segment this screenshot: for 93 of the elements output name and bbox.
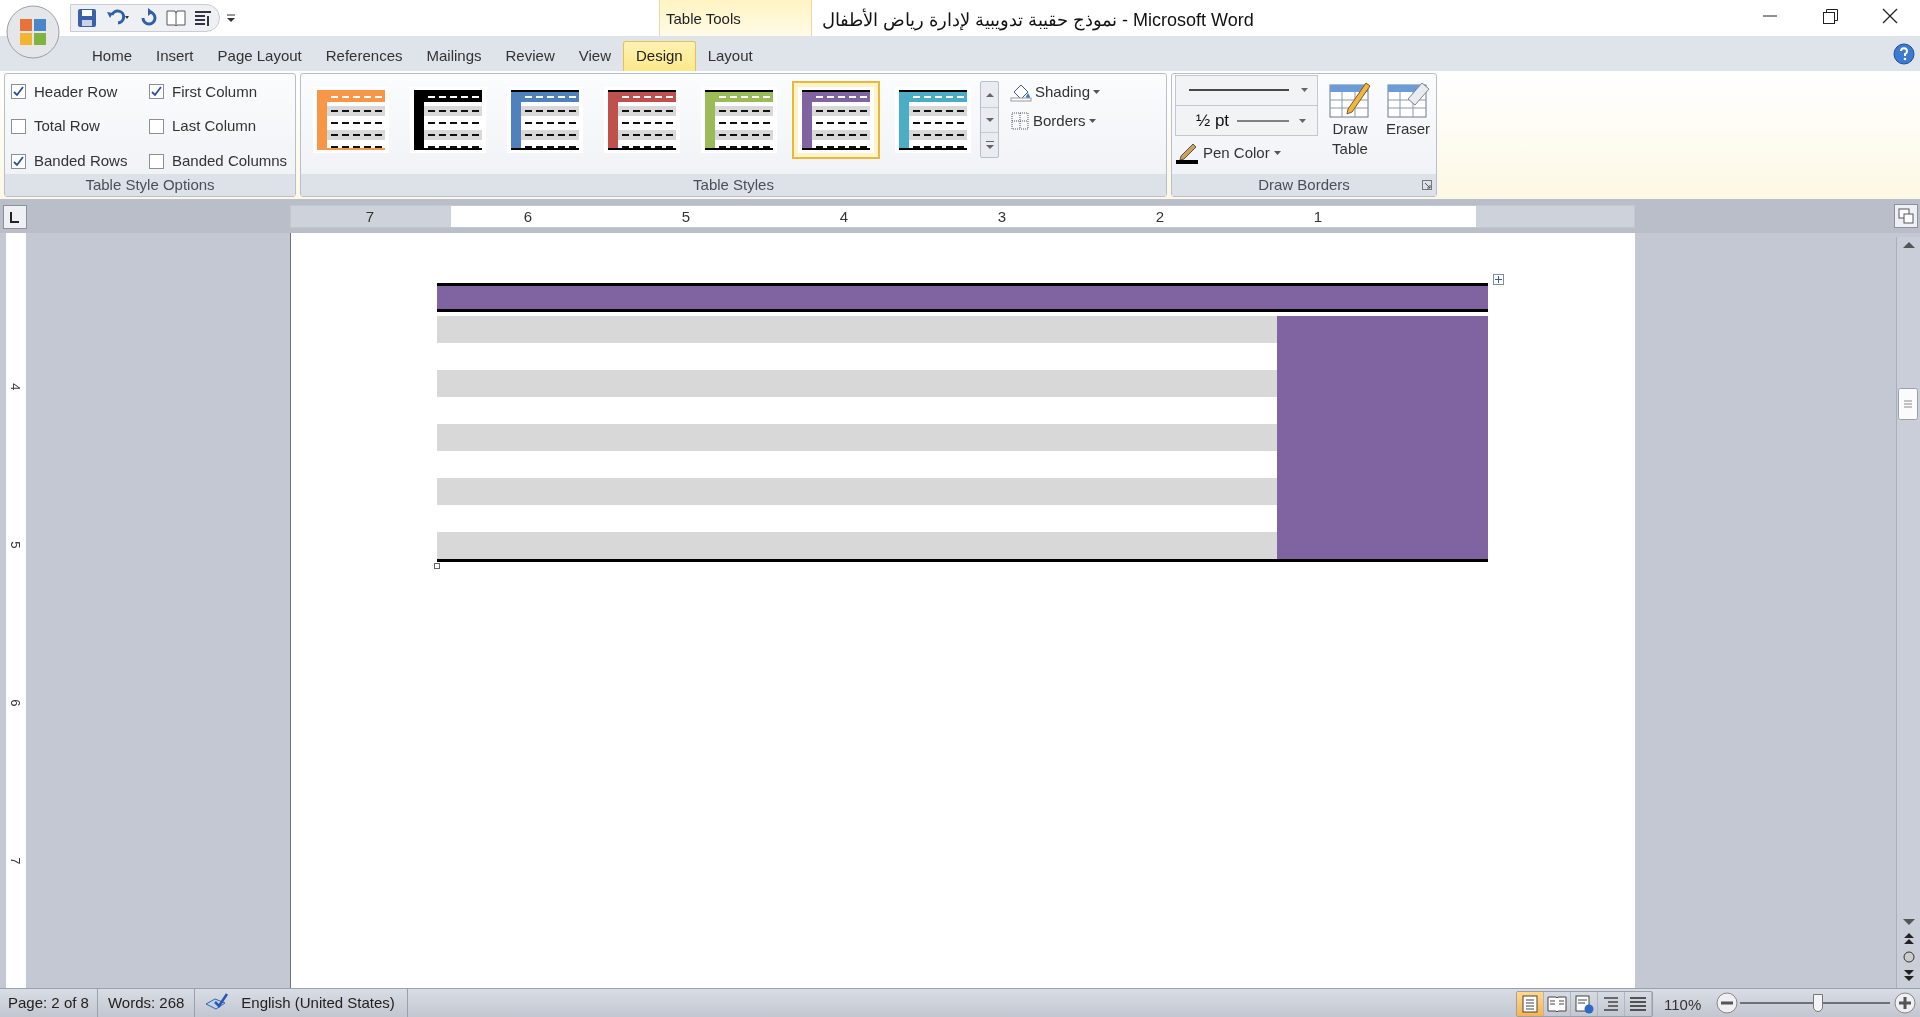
scroll-thumb[interactable] <box>1898 388 1918 420</box>
checkmark-icon <box>151 86 162 98</box>
table-move-handle-icon[interactable] <box>1493 274 1504 285</box>
help-icon[interactable] <box>1893 43 1915 65</box>
zoom-level[interactable]: 110% <box>1664 994 1702 1017</box>
borders-icon <box>1010 110 1030 131</box>
customize-arrow-icon[interactable] <box>226 13 236 23</box>
caret-icon <box>1093 89 1102 96</box>
ribbon-tab[interactable]: Mailings <box>414 41 494 71</box>
expand-icon <box>985 141 994 149</box>
language-button[interactable]: English (United States) <box>229 989 408 1017</box>
checkbox-label[interactable]: Banded Rows <box>34 149 128 173</box>
window-title: نموذج حقيبة تدويبية لإدارة رياض الأطفال - Microsoft Word <box>822 7 1254 33</box>
close-icon <box>1882 8 1898 24</box>
pen-color-button[interactable]: Pen Color <box>1175 136 1318 165</box>
word-count[interactable]: Words: 268 <box>97 989 196 1017</box>
checkmark-icon <box>13 155 24 167</box>
ruler-number: 4 <box>7 383 25 391</box>
borders-button[interactable]: Borders <box>1010 109 1102 132</box>
eraser-button[interactable]: Eraser <box>1382 75 1434 174</box>
ruler-number: 5 <box>7 541 25 549</box>
zoom-out-button[interactable] <box>1716 992 1738 1014</box>
caret-icon <box>1088 117 1097 124</box>
ruler-number: 3 <box>997 207 1007 227</box>
table-preview-icon <box>604 87 680 153</box>
caret-down-icon <box>985 118 994 122</box>
checkbox-label[interactable]: Banded Columns <box>172 149 288 173</box>
paint-bucket-icon <box>1010 82 1032 103</box>
view-icon <box>1519 993 1541 1015</box>
ribbon-tab[interactable]: Insert <box>144 41 206 71</box>
line-weight-dropdown[interactable]: ½ pt <box>1175 105 1318 136</box>
ribbon-tab[interactable]: Home <box>80 41 144 71</box>
pen-icon <box>1175 142 1199 165</box>
view-icon <box>1573 993 1595 1015</box>
checkbox[interactable] <box>11 153 26 169</box>
table-preview-icon <box>701 87 777 153</box>
paragraph-icon[interactable] <box>193 8 213 28</box>
line-style-dropdown[interactable] <box>1175 75 1318 106</box>
checkbox[interactable] <box>149 119 164 134</box>
view-ruler-button[interactable] <box>1894 204 1918 228</box>
draw-table-button[interactable]: Draw Table <box>1324 75 1376 174</box>
checkbox[interactable] <box>149 153 164 169</box>
shading-button[interactable]: Shading <box>1010 81 1102 104</box>
ribbon-tab[interactable]: Design <box>622 41 696 71</box>
ruler-number: 7 <box>7 857 25 865</box>
ruler-number: 5 <box>681 207 691 227</box>
browse-object-button[interactable] <box>1900 948 1917 966</box>
tab-selector-button[interactable] <box>3 204 27 229</box>
view-icon <box>1546 993 1568 1015</box>
reading-view-button[interactable] <box>1544 992 1571 1016</box>
checkbox[interactable] <box>11 119 26 134</box>
table-preview-icon <box>798 87 874 153</box>
table-preview-icon <box>313 87 389 153</box>
save-icon[interactable] <box>77 8 97 28</box>
checkbox-label[interactable]: Total Row <box>34 115 100 138</box>
resize-handle-icon[interactable] <box>434 563 440 569</box>
ruler-number: 2 <box>1155 207 1165 227</box>
ruler-number: 6 <box>7 699 25 707</box>
ribbon-tab[interactable]: Layout <box>695 41 765 71</box>
zoom-in-button[interactable] <box>1894 992 1916 1014</box>
table-preview-icon <box>507 87 583 153</box>
ruler-number: 1 <box>1313 207 1323 227</box>
group-label: Table Style Options <box>5 174 295 196</box>
caret-icon <box>1273 150 1282 157</box>
book-icon[interactable] <box>165 8 187 28</box>
zoom-slider-thumb[interactable] <box>1813 994 1823 1012</box>
restore-icon <box>1822 8 1838 24</box>
ruler-number: 7 <box>365 207 375 227</box>
ribbon-tab[interactable]: References <box>313 41 415 71</box>
checkbox-label[interactable]: Last Column <box>172 115 257 138</box>
group-label: Draw Borders <box>1258 174 1350 195</box>
checkbox-label[interactable]: First Column <box>172 80 257 104</box>
group-label: Table Styles <box>301 174 1166 196</box>
checkbox[interactable] <box>149 84 164 100</box>
minimize-icon <box>1763 15 1777 17</box>
checkbox-label[interactable]: Header Row <box>34 80 118 104</box>
ruler-number: 6 <box>523 207 533 227</box>
checkbox[interactable] <box>11 84 26 100</box>
vertical-scrollbar[interactable] <box>1896 237 1920 988</box>
table-style-thumbnail[interactable] <box>792 81 880 159</box>
ribbon-tab[interactable]: Page Layout <box>205 41 314 71</box>
ribbon-tab[interactable]: Review <box>493 41 567 71</box>
context-tab-header: Table Tools <box>659 0 812 37</box>
dialog-launcher-icon[interactable] <box>1422 180 1432 190</box>
ruler-number: 4 <box>839 207 849 227</box>
ribbon-tab[interactable]: View <box>566 41 623 71</box>
print-layout-button[interactable] <box>1517 992 1544 1016</box>
checkmark-icon <box>13 86 24 98</box>
table-preview-icon <box>410 87 486 153</box>
table-preview-icon <box>895 87 971 153</box>
page-count[interactable]: Page: 2 of 8 <box>0 989 98 1017</box>
caret-up-icon <box>985 92 994 97</box>
redo-icon[interactable] <box>139 8 159 28</box>
